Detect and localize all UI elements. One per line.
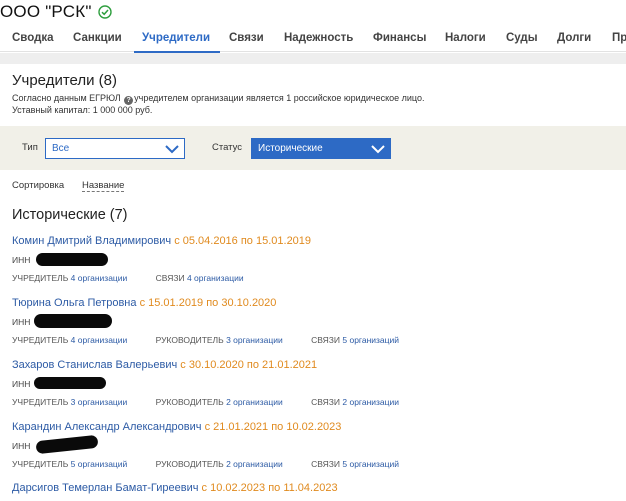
group-title: Исторические (7) (12, 207, 128, 223)
inn-row: ИНН (12, 314, 622, 329)
role-label: СВЯЗИ (311, 397, 341, 407)
status-select[interactable]: Исторические (251, 138, 391, 159)
inn-label: ИНН (12, 441, 31, 451)
info-icon[interactable]: ? (124, 96, 134, 105)
founder-name-link[interactable]: Дарсигов Темерлан Бамат-Гиреевич (12, 482, 198, 494)
tab-courts[interactable]: Суды (506, 24, 538, 52)
roles-row: УЧРЕДИТЕЛЬ 4 организации СВЯЗИ 4 организ… (12, 273, 622, 283)
chevron-down-icon (164, 142, 180, 159)
tab-taxes[interactable]: Налоги (445, 24, 486, 52)
founder-item: Дарсигов Темерлан Бамат-Гиреевич с 10.02… (12, 482, 622, 494)
role-label: РУКОВОДИТЕЛЬ (155, 459, 224, 469)
egrul-info-text: учредителем организации является 1 росси… (134, 93, 425, 103)
role-link[interactable]: 2 организации (226, 459, 283, 469)
egrul-info-prefix: Согласно данным ЕГРЮЛ (12, 93, 124, 103)
role-link[interactable]: 3 организации (71, 397, 128, 407)
role-label: УЧРЕДИТЕЛЬ (12, 273, 69, 283)
role-label: РУКОВОДИТЕЛЬ (155, 335, 224, 345)
role-link[interactable]: 2 организации (226, 397, 283, 407)
company-name: ООО "РСК" (0, 2, 92, 21)
type-select[interactable]: Все (45, 138, 185, 159)
role-label: СВЯЗИ (311, 459, 341, 469)
authorized-capital: Уставный капитал: 1 000 000 руб. (12, 105, 153, 115)
inn-row: ИНН (12, 434, 622, 455)
role-label: УЧРЕДИТЕЛЬ (12, 335, 69, 345)
role-link[interactable]: 5 организаций (71, 459, 128, 469)
tab-summary[interactable]: Сводка (12, 24, 54, 52)
role-link[interactable]: 5 организаций (342, 335, 399, 345)
type-select-value: Все (52, 143, 70, 154)
role-label: СВЯЗИ (311, 335, 341, 345)
section-title: Учредители (8) (12, 72, 118, 89)
founder-item: Комин Дмитрий Владимирович с 05.04.2016 … (12, 235, 622, 283)
roles-row: УЧРЕДИТЕЛЬ 3 организации РУКОВОДИТЕЛЬ 2 … (12, 397, 622, 407)
roles-row: УЧРЕДИТЕЛЬ 4 организации РУКОВОДИТЕЛЬ 3 … (12, 335, 622, 345)
role-label: РУКОВОДИТЕЛЬ (155, 397, 224, 407)
founder-name-link[interactable]: Тюрина Ольга Петровна (12, 297, 137, 309)
founder-period: с 15.01.2019 по 30.10.2020 (139, 297, 277, 309)
role-link[interactable]: 5 организаций (342, 459, 399, 469)
inn-redaction (34, 377, 106, 389)
tab-links[interactable]: Связи (229, 24, 264, 52)
type-filter-label: Тип (22, 142, 38, 153)
founder-name-link[interactable]: Комин Дмитрий Владимирович (12, 235, 171, 247)
tab-finances[interactable]: Финансы (373, 24, 426, 52)
role-label: УЧРЕДИТЕЛЬ (12, 397, 69, 407)
chevron-down-icon (370, 142, 386, 159)
inn-redaction (36, 253, 108, 266)
founder-item: Захаров Станислав Валерьевич с 30.10.202… (12, 359, 622, 407)
founder-name-link[interactable]: Карандин Александр Александрович (12, 421, 202, 433)
egrul-info: Согласно данным ЕГРЮЛ ? учредителем орган… (12, 93, 425, 105)
sort-label: Сортировка (12, 180, 65, 191)
status-filter-label: Статус (212, 142, 243, 153)
company-header: ООО "РСК" (0, 0, 112, 24)
inn-row: ИНН (12, 377, 622, 391)
role-label: УЧРЕДИТЕЛЬ (12, 459, 69, 469)
roles-row: УЧРЕДИТЕЛЬ 5 организаций РУКОВОДИТЕЛЬ 2 … (12, 459, 622, 469)
founder-name-link[interactable]: Захаров Станислав Валерьевич (12, 359, 177, 371)
verified-check-icon (97, 5, 112, 19)
role-label: СВЯЗИ (155, 273, 185, 283)
role-link[interactable]: 4 организации (71, 335, 128, 345)
role-link[interactable]: 2 организации (342, 397, 399, 407)
inn-redaction (35, 434, 99, 455)
tab-more[interactable]: Пре (612, 24, 626, 52)
role-link[interactable]: 4 организации (187, 273, 244, 283)
founder-period: с 10.02.2023 по 11.04.2023 (201, 482, 338, 494)
inn-label: ИНН (12, 379, 31, 389)
inn-row: ИНН (12, 253, 622, 267)
tab-bar: Сводка Санкции Учредители Связи Надежнос… (0, 24, 626, 53)
tab-sanctions[interactable]: Санкции (73, 24, 122, 52)
role-link[interactable]: 3 организации (226, 335, 283, 345)
founder-item: Карандин Александр Александрович с 21.01… (12, 421, 622, 469)
founder-period: с 05.04.2016 по 15.01.2019 (174, 235, 312, 247)
status-select-value: Исторические (258, 143, 323, 154)
sort-by-name-link[interactable]: Название (82, 180, 125, 192)
tab-debts[interactable]: Долги (557, 24, 591, 52)
tab-reliability[interactable]: Надежность (284, 24, 353, 52)
founder-period: с 21.01.2021 по 10.02.2023 (204, 421, 342, 433)
inn-redaction (34, 314, 112, 328)
tab-founders[interactable]: Учредители (133, 24, 221, 53)
founder-period: с 30.10.2020 по 21.01.2021 (180, 359, 318, 371)
founder-item: Тюрина Ольга Петровна с 15.01.2019 по 30… (12, 297, 622, 345)
role-link[interactable]: 4 организации (71, 273, 128, 283)
inn-label: ИНН (12, 317, 31, 327)
inn-label: ИНН (12, 255, 31, 265)
